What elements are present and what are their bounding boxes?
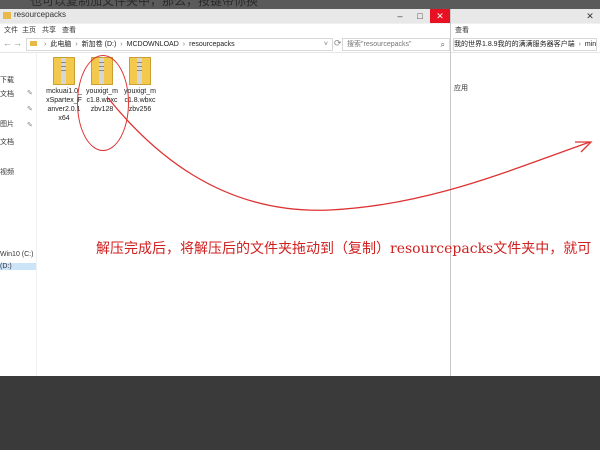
instruction-annotation: 解压完成后，将解压后的文件夹拖动到（复制）resourcepacks文件夹中，就… — [96, 241, 592, 257]
dark-background-bar — [0, 376, 600, 450]
